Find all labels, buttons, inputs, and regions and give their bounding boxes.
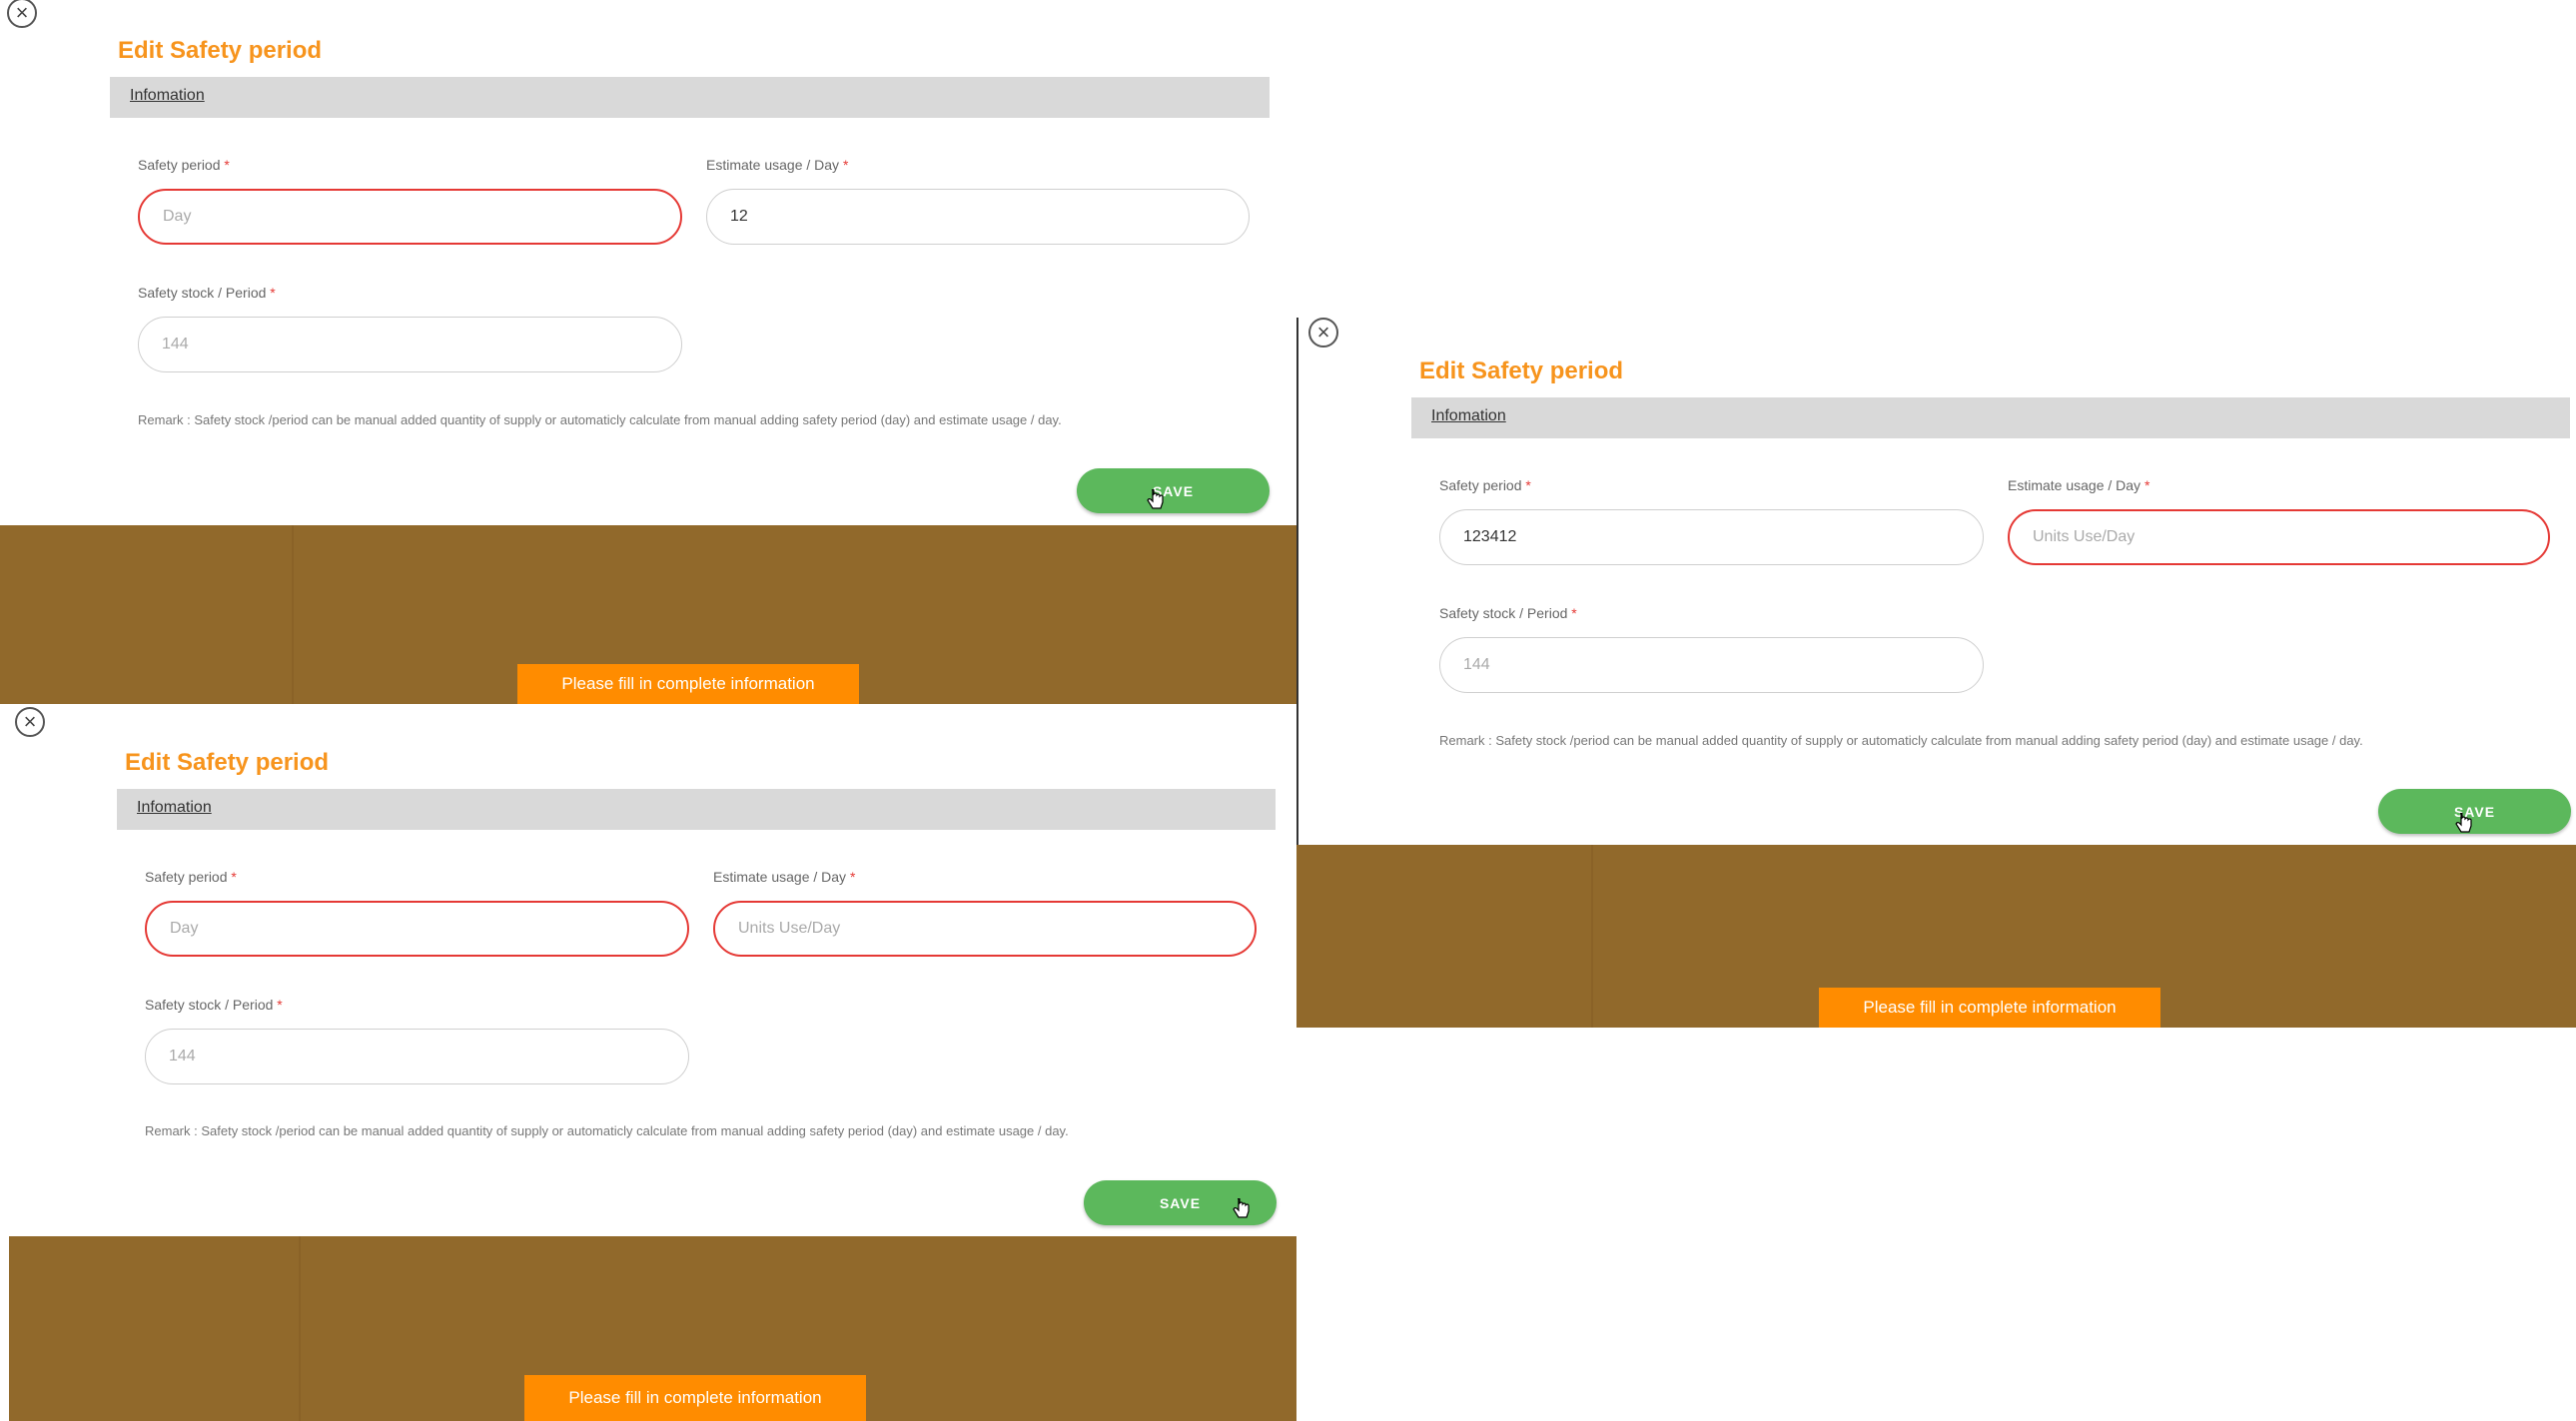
backdrop-divider (292, 525, 294, 704)
edit-dialog-1: × Edit Safety period Infomation Safety p… (0, 0, 1296, 525)
safety-period-value: 123412 (1463, 528, 1517, 545)
tab-bar: Infomation (110, 77, 1270, 118)
hand-cursor-icon (2455, 813, 2472, 833)
dialog-title: Edit Safety period (125, 749, 330, 776)
estimate-usage-label: Estimate usage / Day * (706, 157, 849, 173)
edit-dialog-2: × Edit Safety period Infomation Safety p… (1296, 318, 2576, 845)
safety-period-label: Safety period * (145, 869, 237, 885)
safety-period-placeholder: Day (163, 208, 192, 225)
safety-stock-label: Safety stock / Period * (138, 285, 276, 301)
dialog-title: Edit Safety period (1419, 357, 1624, 384)
estimate-usage-label: Estimate usage / Day * (2008, 477, 2150, 493)
save-button[interactable]: SAVE (1077, 468, 1270, 513)
backdrop-divider (299, 1236, 301, 1421)
safety-period-input[interactable]: 123412 (1439, 509, 1984, 565)
remark-text: Remark : Safety stock /period can be man… (145, 1123, 1069, 1138)
safety-stock-placeholder: 144 (162, 336, 189, 353)
estimate-usage-label: Estimate usage / Day * (713, 869, 856, 885)
estimate-usage-placeholder: Units Use/Day (738, 920, 841, 937)
tab-infomation[interactable]: Infomation (130, 87, 205, 105)
dialog-title: Edit Safety period (118, 37, 323, 64)
tab-infomation[interactable]: Infomation (1431, 407, 1506, 425)
estimate-usage-input[interactable]: 12 (706, 189, 1250, 245)
tab-bar: Infomation (1411, 397, 2570, 438)
tab-bar: Infomation (117, 789, 1276, 830)
safety-stock-label: Safety stock / Period * (145, 997, 283, 1013)
safety-period-label: Safety period * (1439, 477, 1531, 493)
remark-text: Remark : Safety stock /period can be man… (1439, 733, 2363, 748)
safety-stock-placeholder: 144 (1463, 656, 1490, 673)
backdrop-divider (1591, 845, 1593, 1028)
estimate-usage-placeholder: Units Use/Day (2033, 528, 2136, 545)
safety-stock-input[interactable]: 144 (145, 1029, 689, 1084)
error-toast-1: Please fill in complete information (517, 664, 859, 704)
safety-period-input[interactable]: Day (145, 901, 689, 957)
estimate-usage-input[interactable]: Units Use/Day (713, 901, 1257, 957)
safety-stock-label: Safety stock / Period * (1439, 605, 1577, 621)
save-button[interactable]: SAVE (2378, 789, 2571, 834)
estimate-usage-input[interactable]: Units Use/Day (2008, 509, 2550, 565)
hand-cursor-icon (1233, 1198, 1250, 1218)
estimate-usage-value: 12 (730, 208, 748, 225)
remark-text: Remark : Safety stock /period can be man… (138, 412, 1062, 427)
hand-cursor-icon (1147, 489, 1164, 509)
safety-period-label: Safety period * (138, 157, 230, 173)
close-icon[interactable]: × (1308, 318, 1338, 348)
close-icon[interactable]: × (7, 0, 37, 28)
safety-period-input[interactable]: Day (138, 189, 682, 245)
error-toast-3: Please fill in complete information (524, 1375, 866, 1421)
safety-stock-input[interactable]: 144 (138, 317, 682, 372)
safety-stock-placeholder: 144 (169, 1048, 196, 1065)
close-icon[interactable]: × (15, 707, 45, 737)
safety-period-placeholder: Day (170, 920, 199, 937)
tab-infomation[interactable]: Infomation (137, 799, 212, 817)
edit-dialog-3: × Edit Safety period Infomation Safety p… (9, 705, 1296, 1236)
error-toast-2: Please fill in complete information (1819, 988, 2160, 1028)
safety-stock-input[interactable]: 144 (1439, 637, 1984, 693)
